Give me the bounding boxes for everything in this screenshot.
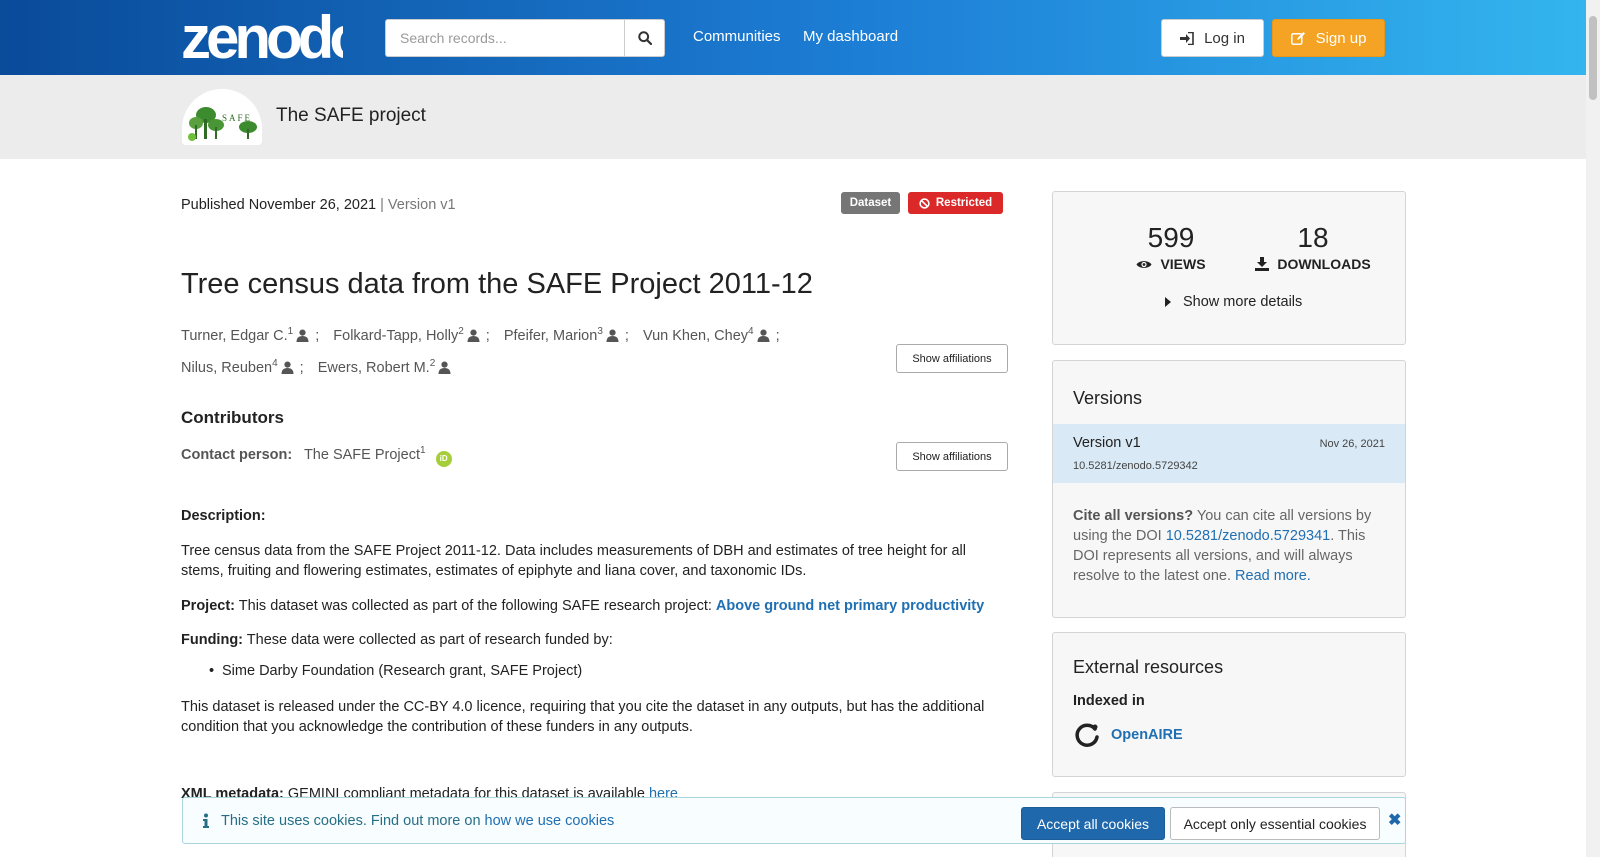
orcid-icon[interactable]: iD [435,450,452,467]
read-more-link[interactable]: Read more. [1235,568,1311,584]
creator-item[interactable]: Folkard-Tapp, Holly2 [333,326,480,344]
version-label: Version v1 [387,197,456,213]
person-icon [438,361,451,374]
creators-show-affiliations-button[interactable]: Show affiliations [896,344,1008,373]
search-input[interactable] [385,19,625,57]
downloads-count: 18 [1297,222,1329,253]
search-bar [385,19,665,57]
description-heading: Description: [181,508,266,524]
access-status-badge[interactable]: Restricted [908,192,1003,214]
creator-item[interactable]: Ewers, Robert M.2 [318,358,452,376]
login-button[interactable]: Log in [1161,19,1264,57]
creator-item[interactable]: Pfeifer, Marion3 [504,326,619,344]
funding-label: Funding: [181,632,244,648]
contact-affiliation-number: 1 [420,445,426,456]
creator-item[interactable]: Vun Khen, Chey4 [643,326,770,344]
views-label: VIEWS [1160,256,1206,272]
downloads-label: DOWNLOADS [1277,256,1371,272]
contributor-item: Contact person: The SAFE Project1 iD [181,445,452,467]
show-more-details-toggle[interactable]: Show more details [1165,294,1302,310]
person-icon [281,361,294,374]
publication-info: Published November 26, 2021 | Version v1 [181,197,456,213]
nav-communities[interactable]: Communities [693,28,781,45]
accept-all-cookies-button[interactable]: Accept all cookies [1021,807,1165,840]
svg-text:SAFE: SAFE [222,113,252,123]
project-paragraph: Project: This dataset was collected as p… [181,596,1001,616]
resource-type-label: Dataset [849,197,892,209]
contributors-heading: Contributors [181,408,284,427]
scrollbar-thumb[interactable] [1589,16,1597,100]
external-resources-heading: External resources [1073,657,1224,677]
views-stat: 599 VIEWS [1116,222,1226,272]
funding-list-item: Sime Darby Foundation (Research grant, S… [209,663,582,679]
contact-person-name[interactable]: The SAFE Project [304,447,420,463]
ban-icon [919,197,930,209]
contact-person-label: Contact person: [181,446,293,463]
versions-heading: Versions [1073,388,1143,408]
show-more-label: Show more details [1183,294,1303,310]
person-icon [757,329,770,342]
cookie-policy-link[interactable]: how we use cookies [485,813,615,829]
record-title: Tree census data from the SAFE Project 2… [181,268,813,300]
project-link[interactable]: Above ground net primary productivity [716,598,984,614]
login-label: Log in [1204,29,1245,47]
version-item[interactable]: Version v1 10.5281/zenodo.5729342 Nov 26… [1053,424,1405,483]
edit-icon [1290,32,1305,45]
person-icon [606,329,619,342]
versions-card: Versions Version v1 10.5281/zenodo.57293… [1052,360,1406,618]
cite-all-versions-label: Cite all versions? [1073,508,1194,524]
creator-item[interactable]: Turner, Edgar C.1 [181,326,309,344]
version-item-doi: 10.5281/zenodo.5729342 [1073,460,1198,472]
published-date: Published November 26, 2021 [181,197,377,213]
community-title[interactable]: The SAFE project [276,105,426,127]
download-icon [1255,257,1270,271]
eye-icon [1136,260,1152,268]
creator-item[interactable]: Nilus, Reuben4 [181,358,294,376]
version-item-date: Nov 26, 2021 [1319,438,1385,450]
funding-text: These data were collected as part of res… [246,632,613,648]
search-button[interactable] [624,19,665,57]
downloads-stat: 18 DOWNLOADS [1243,222,1383,272]
views-count: 599 [1147,222,1195,253]
person-icon [296,329,309,342]
creators-list: Turner, Edgar C.1; Folkard-Tapp, Holly2;… [181,326,780,376]
close-icon[interactable]: ✖ [1388,810,1401,830]
indexed-in-label: Indexed in [1073,693,1145,709]
openaire-icon [1075,723,1099,747]
info-icon [203,813,209,828]
external-resources-card: External resources Indexed in OpenAIRE [1052,632,1406,777]
community-header: SAFE The SAFE project [0,75,1586,159]
page-scrollbar[interactable] [1586,0,1600,857]
cookie-banner: This site uses cookies. Find out more on… [182,797,1406,844]
caret-right-icon [1165,297,1171,307]
signup-label: Sign up [1315,29,1367,47]
contributors-show-affiliations-button[interactable]: Show affiliations [896,442,1008,471]
cite-all-versions-text: Cite all versions? You can cite all vers… [1073,508,1372,584]
concept-doi-link[interactable]: 10.5281/zenodo.5729341 [1166,528,1331,544]
resource-type-badge[interactable]: Dataset [841,192,900,214]
description-text: Tree census data from the SAFE Project 2… [181,543,966,579]
signup-button[interactable]: Sign up [1272,19,1385,57]
funding-paragraph: Funding: These data were collected as pa… [181,630,1001,650]
top-navbar: zenodo Communities My dashboard Log in S… [0,0,1600,75]
svg-text:zenodo: zenodo [181,8,343,62]
openaire-link[interactable]: OpenAIRE [1073,721,1183,749]
nav-my-dashboard[interactable]: My dashboard [803,28,898,45]
project-text: This dataset was collected as part of th… [238,598,712,614]
version-item-label[interactable]: Version v1 [1073,435,1141,451]
safe-project-logo[interactable]: SAFE [182,89,262,145]
zenodo-logo[interactable]: zenodo [181,4,369,71]
search-icon [637,31,652,45]
licence-text: This dataset is released under the CC-BY… [181,699,985,735]
openaire-label: OpenAIRE [1111,727,1183,743]
project-label: Project: [181,598,235,614]
person-icon [467,329,480,342]
accept-essential-cookies-button[interactable]: Accept only essential cookies [1170,807,1380,840]
sign-in-icon [1180,31,1194,45]
stats-card: 599 VIEWS 18 DOWNLOADS Show more details [1052,191,1406,345]
cookie-message: This site uses cookies. Find out more on… [221,813,615,829]
access-status-label: Restricted [935,197,993,209]
